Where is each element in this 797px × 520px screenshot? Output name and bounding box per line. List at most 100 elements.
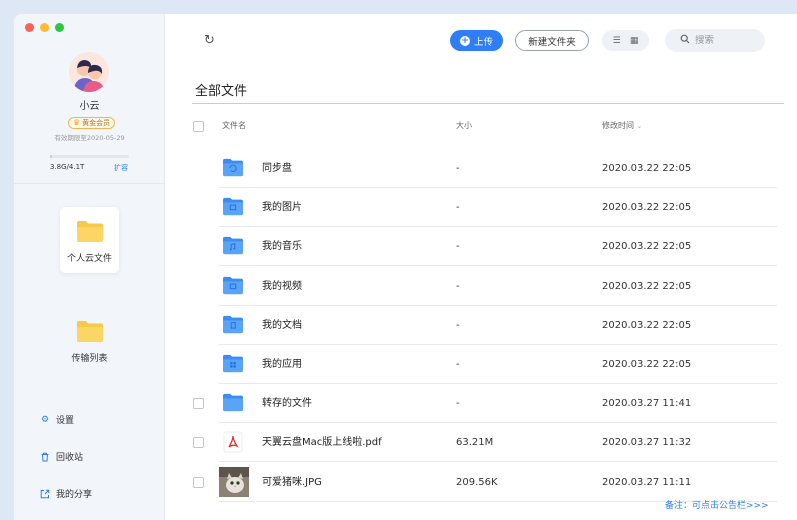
table-row[interactable]: 转存的文件 - 2020.03.27 11:41 (165, 384, 797, 424)
avatar[interactable] (69, 52, 109, 92)
sidebar-item-label: 传输列表 (71, 354, 108, 364)
refresh-icon[interactable]: ↻ (204, 33, 215, 48)
file-name: 我的文档 (262, 319, 302, 331)
file-size: - (456, 202, 460, 214)
column-header-date[interactable]: 修改时间 ⌄ (602, 120, 642, 131)
plus-icon: + (459, 35, 470, 46)
table-row[interactable]: 我的音乐 - 2020.03.22 22:05 (165, 227, 797, 267)
vip-label: 黄金会员 (82, 119, 111, 127)
vip-badge: ♛ 黄金会员 (68, 117, 116, 129)
share-icon (40, 489, 50, 499)
file-name: 天翼云盘Mac版上线啦.pdf (262, 437, 382, 449)
folder-document-icon (222, 314, 246, 336)
row-checkbox[interactable] (193, 398, 204, 410)
folder-app-icon (222, 353, 246, 375)
folder-video-icon (222, 275, 246, 297)
list-view-icon[interactable]: ☰ (613, 36, 621, 46)
sidebar-item-personal-cloud[interactable]: 个人云文件 (60, 207, 119, 273)
folder-icon (76, 321, 103, 342)
file-modified-date: 2020.03.22 22:05 (602, 280, 692, 292)
sidebar-item-trash[interactable]: 回收站 (40, 450, 83, 463)
title-divider (192, 103, 784, 104)
folder-music-icon (222, 235, 246, 257)
table-row[interactable]: 可爱猪咪.JPG 209.56K 2020.03.27 11:11 (165, 463, 797, 502)
trash-icon (40, 452, 50, 462)
sidebar-item-transfer-list[interactable]: 传输列表 (60, 307, 119, 373)
file-name: 我的音乐 (262, 241, 302, 253)
window-controls (25, 23, 64, 32)
file-size: - (456, 398, 460, 410)
username: 小云 (79, 101, 100, 112)
view-toggle: ☰ ▦ (602, 30, 649, 51)
new-folder-button[interactable]: 新建文件夹 (515, 30, 589, 51)
file-size: - (456, 280, 460, 292)
file-size: - (456, 359, 460, 370)
table-row[interactable]: 同步盘 - 2020.03.22 22:05 (165, 149, 797, 188)
search-box (665, 29, 765, 52)
file-modified-date: 2020.03.27 11:41 (602, 398, 692, 410)
minimize-window-button[interactable] (40, 23, 49, 32)
file-size: - (456, 319, 460, 331)
column-header-date-label: 修改时间 (602, 121, 634, 130)
storage-quota-bar (50, 155, 129, 158)
pdf-icon (222, 431, 246, 453)
file-size: - (456, 163, 460, 174)
file-modified-date: 2020.03.22 22:05 (602, 163, 692, 174)
table-row[interactable]: 我的视频 - 2020.03.22 22:05 (165, 267, 797, 306)
table-header: 文件名 大小 修改时间 ⌄ (165, 120, 797, 134)
search-input[interactable] (695, 35, 755, 46)
sidebar-link-label: 回收站 (56, 453, 84, 463)
main-panel: ↻ + 上传 新建文件夹 ☰ ▦ 全部文件 文件名 大小 修改时间 ⌄ (165, 14, 797, 520)
close-window-button[interactable] (25, 23, 34, 32)
page-title: 全部文件 (195, 84, 248, 99)
file-modified-date: 2020.03.22 22:05 (602, 202, 692, 214)
sort-chevron-icon: ⌄ (636, 122, 643, 130)
sidebar-item-my-shares[interactable]: 我的分享 (40, 487, 92, 500)
expand-storage-link[interactable]: 扩容 (114, 163, 128, 173)
column-header-size[interactable]: 大小 (456, 120, 472, 131)
file-name: 我的图片 (262, 202, 302, 214)
sidebar-item-settings[interactable]: ⚙ 设置 (40, 413, 75, 427)
file-modified-date: 2020.03.27 11:11 (602, 476, 692, 488)
folder-icon (76, 221, 103, 242)
app-window: 小云 ♛ 黄金会员 有效期限至2020-05-29 3.8G/4.1T 扩容 个… (14, 14, 797, 520)
file-size: 209.56K (456, 476, 498, 488)
file-modified-date: 2020.03.22 22:05 (602, 359, 692, 370)
file-size: 63.21M (456, 437, 494, 449)
table-row[interactable]: 我的文档 - 2020.03.22 22:05 (165, 306, 797, 345)
sidebar-item-label: 个人云文件 (66, 254, 112, 264)
search-icon (680, 34, 690, 47)
crown-icon: ♛ (73, 118, 81, 127)
file-name: 我的应用 (262, 359, 302, 370)
table-row[interactable]: 我的图片 - 2020.03.22 22:05 (165, 188, 797, 228)
storage-quota-text: 3.8G/4.1T (50, 163, 85, 171)
folder-image-icon (222, 196, 246, 218)
grid-view-icon[interactable]: ▦ (630, 36, 639, 46)
select-all-checkbox[interactable] (193, 121, 204, 132)
file-name: 可爱猪咪.JPG (262, 476, 322, 488)
maximize-window-button[interactable] (55, 23, 64, 32)
sidebar-divider (14, 183, 165, 184)
image-thumbnail-icon (219, 466, 249, 497)
sidebar-link-label: 我的分享 (56, 490, 93, 500)
upload-button[interactable]: + 上传 (450, 30, 503, 51)
file-name: 同步盘 (262, 163, 292, 174)
file-name: 转存的文件 (262, 398, 312, 410)
file-name: 我的视频 (262, 280, 302, 292)
notice-link[interactable]: 备注：可点击公告栏>>> (665, 498, 769, 511)
file-modified-date: 2020.03.22 22:05 (602, 241, 692, 253)
storage-quota-fill (50, 155, 52, 158)
file-modified-date: 2020.03.27 11:32 (602, 437, 692, 449)
table-row[interactable]: 我的应用 - 2020.03.22 22:05 (165, 345, 797, 384)
gear-icon: ⚙ (40, 414, 50, 425)
folder-icon (222, 392, 246, 414)
row-checkbox[interactable] (193, 476, 204, 488)
column-header-name[interactable]: 文件名 (222, 120, 246, 131)
folder-sync-icon (222, 157, 246, 179)
sidebar: 小云 ♛ 黄金会员 有效期限至2020-05-29 3.8G/4.1T 扩容 个… (14, 14, 165, 520)
table-row[interactable]: 天翼云盘Mac版上线啦.pdf 63.21M 2020.03.27 11:32 (165, 423, 797, 463)
sidebar-link-label: 设置 (56, 416, 75, 426)
file-modified-date: 2020.03.22 22:05 (602, 319, 692, 331)
row-checkbox[interactable] (193, 437, 204, 449)
file-size: - (456, 241, 460, 253)
